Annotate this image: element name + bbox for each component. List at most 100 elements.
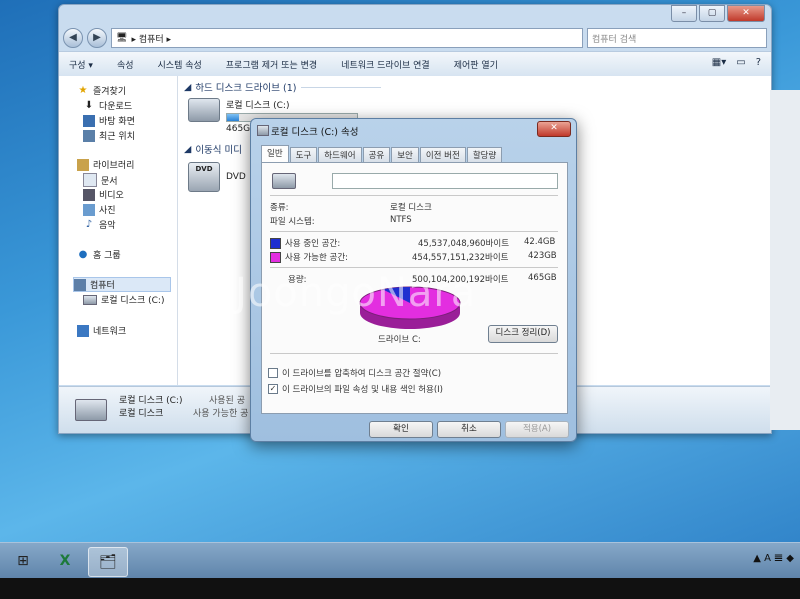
nav-downloads[interactable]: ⬇ 다운로드 (83, 99, 133, 113)
nav-local-disk[interactable]: 로컬 디스크 (C:) (83, 293, 164, 306)
uninstall-program-button[interactable]: 프로그램 제거 또는 변경 (226, 58, 317, 71)
tab-hardware[interactable]: 하드웨어 (318, 147, 362, 163)
properties-button[interactable]: 속성 (117, 58, 134, 71)
nav-network-label: 네트워크 (93, 327, 127, 337)
compress-checkbox[interactable] (268, 368, 278, 378)
back-button[interactable]: ◀ (63, 28, 83, 48)
tab-previous-versions[interactable]: 이전 버전 (419, 147, 466, 163)
nav-music[interactable]: ♪ 음악 (83, 218, 116, 232)
details-used-label: 사용된 공 (209, 396, 245, 406)
free-space-bytes: 454,557,151,232바이트 (412, 253, 509, 263)
disk-cleanup-button[interactable]: 디스크 정리(D) (488, 325, 558, 343)
start-button[interactable]: ⊞ (4, 547, 42, 575)
map-network-drive-button[interactable]: 네트워크 드라이브 연결 (341, 58, 430, 71)
windows-logo-icon: ⊞ (17, 553, 29, 569)
preview-pane-icon[interactable]: ▭ (736, 57, 745, 68)
dialog-close-button[interactable]: ✕ (537, 121, 571, 137)
address-row: ◀ ▶ 🖥 ▸ 컴퓨터 ▸ 컴퓨터 검색 (63, 27, 767, 49)
index-checkbox[interactable]: ✓ (268, 384, 278, 394)
apply-button[interactable]: 적용(A) (505, 421, 569, 438)
collapse-icon: ◢ (184, 143, 192, 155)
capacity-size: 465GB (528, 273, 557, 283)
nav-local-disk-label: 로컬 디스크 (C:) (101, 296, 165, 306)
organize-button[interactable]: 구성 ▾ (69, 58, 93, 71)
nav-recent[interactable]: 최근 위치 (83, 129, 135, 142)
help-icon[interactable]: ? (756, 57, 761, 68)
taskbar-explorer[interactable]: 🗂 (88, 547, 128, 577)
tab-sharing[interactable]: 공유 (362, 147, 391, 163)
nav-recent-label: 최근 위치 (99, 132, 135, 142)
dvd-drive-icon: DVD (188, 162, 220, 192)
taskbar: ⊞ X 🗂 ▲ A 𝌆 ◆ (0, 542, 800, 579)
group-hard-disk-drives[interactable]: ◢ 하드 디스크 드라이브 (1) (184, 80, 381, 94)
tray-icons: ▲ A 𝌆 ◆ (753, 553, 794, 564)
nav-libraries[interactable]: 라이브러리 (77, 158, 134, 171)
close-button[interactable]: ✕ (727, 5, 765, 22)
minimize-button[interactable]: – (671, 5, 697, 22)
used-space-size: 42.4GB (524, 237, 556, 247)
tab-tools[interactable]: 도구 (289, 147, 318, 163)
computer-icon (74, 278, 86, 291)
documents-icon (83, 173, 97, 187)
pictures-icon (83, 203, 95, 216)
cancel-button[interactable]: 취소 (437, 421, 501, 438)
dialog-title: 로컬 디스크 (C:) 속성 (271, 127, 359, 138)
address-text: ▸ 컴퓨터 ▸ (131, 34, 172, 45)
used-space-label: 사용 중인 공간: (285, 239, 341, 249)
system-properties-button[interactable]: 시스템 속성 (158, 58, 202, 71)
tab-quota[interactable]: 할당량 (466, 147, 503, 163)
forward-button[interactable]: ▶ (87, 28, 107, 48)
nav-documents[interactable]: 문서 (83, 173, 118, 187)
dvd-drive-tile[interactable]: DVD DVD (188, 162, 246, 192)
nav-homegroup[interactable]: ● 홈 그룹 (77, 248, 121, 262)
maximize-button[interactable]: ▢ (699, 5, 725, 22)
tab-general[interactable]: 일반 (261, 145, 289, 163)
type-label: 종류: (270, 203, 289, 213)
drive-label-text: 드라이브 C: (378, 335, 421, 345)
nav-favorites-label: 즐겨찾기 (93, 87, 127, 97)
nav-desktop-label: 바탕 화면 (99, 117, 135, 127)
drive-icon (257, 125, 269, 136)
nav-pictures[interactable]: 사진 (83, 203, 116, 216)
nav-favorites[interactable]: ★ 즐겨찾기 (77, 84, 127, 98)
ok-button[interactable]: 확인 (369, 421, 433, 438)
nav-network[interactable]: 네트워크 (77, 324, 126, 337)
separator (270, 195, 558, 196)
compress-drive-option[interactable]: 이 드라이브를 압축하여 디스크 공간 절약(C) (268, 367, 441, 379)
dialog-tabs: 일반 도구 하드웨어 공유 보안 이전 버전 할당량 (261, 145, 503, 163)
drive-c-name: 로컬 디스크 (C:) (226, 101, 290, 111)
compress-label: 이 드라이브를 압축하여 디스크 공간 절약(C) (282, 369, 442, 379)
system-tray[interactable]: ▲ A 𝌆 ◆ (753, 553, 794, 564)
address-bar[interactable]: 🖥 ▸ 컴퓨터 ▸ (111, 28, 583, 48)
open-control-panel-button[interactable]: 제어판 열기 (454, 58, 498, 71)
excel-icon: X (59, 553, 71, 569)
watermark-text: JoongoNara (235, 270, 477, 316)
nav-computer[interactable]: 컴퓨터 (73, 277, 171, 292)
network-icon (77, 324, 89, 337)
search-input[interactable]: 컴퓨터 검색 (587, 28, 767, 48)
nav-videos[interactable]: 비디오 (83, 188, 124, 201)
library-icon (77, 158, 89, 171)
downloads-icon: ⬇ (84, 99, 94, 111)
separator (270, 353, 558, 354)
type-value: 로컬 디스크 (390, 203, 432, 213)
drive-label-input[interactable] (332, 173, 558, 189)
group-removable-storage[interactable]: ◢ 이동식 미디 (184, 142, 242, 157)
details-drive-type: 로컬 디스크 (119, 409, 164, 419)
explorer-icon: 🗂 (99, 554, 117, 570)
drive-c-usage-fill (227, 114, 239, 121)
recent-places-icon (83, 129, 95, 142)
tab-security[interactable]: 보안 (391, 147, 419, 163)
separator (270, 267, 558, 268)
taskbar-excel[interactable]: X (46, 547, 84, 575)
nav-downloads-label: 다운로드 (99, 102, 133, 112)
nav-libraries-label: 라이브러리 (93, 161, 135, 171)
free-space-label: 사용 가능한 공간: (285, 253, 349, 263)
homegroup-icon: ● (78, 248, 88, 260)
computer-icon: 🖥 (116, 33, 128, 43)
index-drive-option[interactable]: ✓ 이 드라이브의 파일 속성 및 내용 색인 허용(I) (268, 383, 443, 395)
command-bar: 구성 ▾ 속성 시스템 속성 프로그램 제거 또는 변경 네트워크 드라이브 연… (59, 51, 771, 77)
view-icon[interactable]: ▦▾ (712, 57, 726, 68)
nav-desktop[interactable]: 바탕 화면 (83, 114, 135, 127)
hard-drive-icon (188, 98, 220, 122)
